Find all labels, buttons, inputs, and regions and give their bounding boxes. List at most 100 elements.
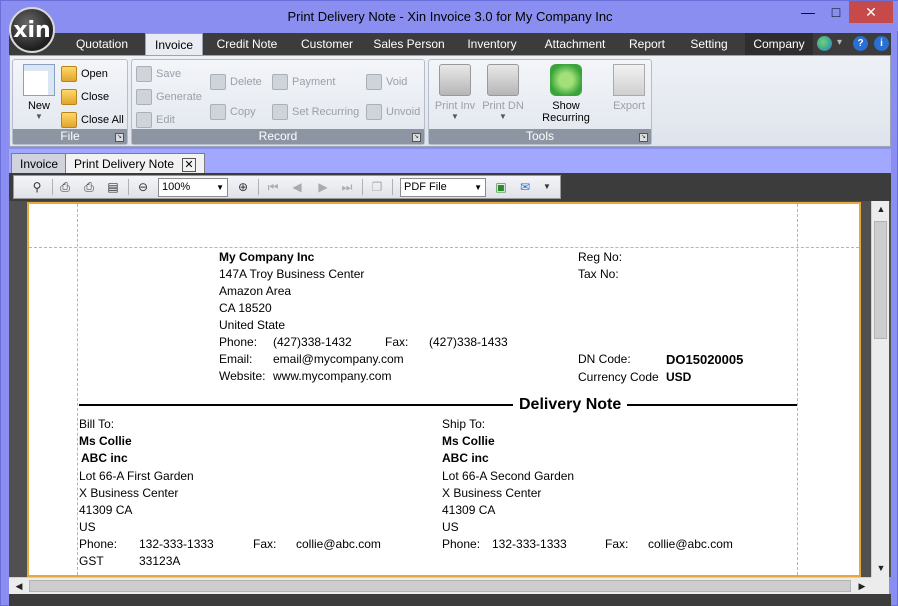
tab-report[interactable]: Report: [621, 33, 673, 55]
doc-tab-print-delivery-note[interactable]: Print Delivery Note ✕: [65, 153, 206, 173]
minimize-button[interactable]: —: [794, 1, 822, 23]
company-website: www.mycompany.com: [273, 369, 392, 383]
tab-inventory[interactable]: Inventory: [459, 33, 525, 55]
printer-icon: [439, 64, 471, 96]
new-button[interactable]: New ▼: [15, 64, 63, 126]
zoom-select[interactable]: 100% ▼: [158, 178, 228, 197]
next-page-icon[interactable]: ▶: [314, 179, 332, 195]
horizontal-scrollbar[interactable]: ◀ ▶: [9, 577, 871, 594]
scrollbar-corner: [871, 577, 889, 594]
scroll-up-icon[interactable]: ▲: [873, 204, 889, 214]
company-fax: (427)338-1433: [429, 335, 508, 349]
viewer-toolbar-strip: ⚲ ⎙ ⎙ ▤ ⊖ 100% ▼ ⊕ ⏮ ◀ ▶ ⏭ ❐ PDF File ▼ ▣ …: [13, 175, 561, 199]
ribbon-group-file: New ▼ Open Close Close All File ↘: [12, 59, 128, 145]
globe-icon[interactable]: [817, 36, 832, 51]
email-icon[interactable]: ✉: [516, 179, 534, 195]
tab-company[interactable]: Company: [745, 33, 813, 55]
dialog-launcher-icon[interactable]: ↘: [639, 133, 648, 142]
generate-button[interactable]: Generate: [136, 87, 202, 107]
print-setup-icon[interactable]: ⎙: [56, 179, 74, 195]
open-button[interactable]: Open: [61, 64, 108, 84]
toolbar-separator: [362, 179, 363, 195]
ship-to-address-line: Lot 66-A Second Garden: [442, 469, 575, 483]
delete-label: Delete: [230, 76, 262, 88]
print-icon[interactable]: ⎙: [80, 179, 98, 195]
bill-to-address-line: 41309 CA: [79, 503, 133, 517]
save-button[interactable]: Save: [136, 64, 181, 84]
company-name: My Company Inc: [219, 250, 315, 264]
print-dn-label: Print DN: [482, 100, 524, 112]
bill-to-contact: Ms Collie: [79, 434, 132, 448]
export-icon: [613, 64, 645, 96]
refresh-icon: [550, 64, 582, 96]
company-country: United State: [219, 318, 286, 332]
export-format-value: PDF File: [404, 181, 447, 193]
tab-credit-note[interactable]: Credit Note: [211, 33, 283, 55]
void-label: Void: [386, 76, 408, 88]
tab-sales-person[interactable]: Sales Person: [371, 33, 447, 55]
chevron-down-icon: ▼: [451, 112, 459, 121]
void-button[interactable]: Void: [366, 72, 407, 92]
tab-invoice[interactable]: Invoice: [145, 33, 203, 55]
zoom-out-icon[interactable]: ⊖: [134, 179, 152, 195]
find-icon[interactable]: ⚲: [28, 179, 46, 195]
export-label: Export: [613, 100, 645, 112]
dropdown-arrow-icon[interactable]: ▾: [837, 37, 842, 48]
zoom-in-icon[interactable]: ⊕: [234, 179, 252, 195]
ship-to-fax: collie@abc.com: [648, 537, 733, 551]
printer-icon: [487, 64, 519, 96]
copy-button[interactable]: Copy: [210, 102, 256, 122]
previous-page-icon[interactable]: ◀: [288, 179, 306, 195]
page-setup-icon[interactable]: ▤: [104, 179, 122, 195]
dialog-launcher-icon[interactable]: ↘: [412, 133, 421, 142]
tax-no-label: Tax No:: [578, 267, 619, 281]
close-button[interactable]: Close: [61, 87, 109, 107]
payment-button[interactable]: Payment: [272, 72, 335, 92]
unvoid-button[interactable]: Unvoid: [366, 102, 420, 122]
vertical-scrollbar[interactable]: ▲ ▼: [871, 201, 889, 577]
multi-page-icon[interactable]: ❐: [368, 179, 386, 195]
scroll-down-icon[interactable]: ▼: [873, 563, 889, 573]
chevron-down-icon: ▼: [474, 183, 482, 192]
delete-button[interactable]: Delete: [210, 72, 262, 92]
print-dn-button[interactable]: Print DN ▼: [479, 64, 527, 126]
ribbon-panel: New ▼ Open Close Close All File ↘ Save G…: [9, 55, 891, 147]
dialog-launcher-icon[interactable]: ↘: [115, 133, 124, 142]
tab-attachment[interactable]: Attachment: [535, 33, 615, 55]
first-page-icon[interactable]: ⏮: [264, 179, 282, 195]
maximize-button[interactable]: □: [822, 1, 850, 23]
company-email-label: Email:: [219, 352, 253, 366]
set-recurring-button[interactable]: Set Recurring: [272, 102, 359, 122]
edit-button[interactable]: Edit: [136, 110, 175, 130]
info-icon[interactable]: i: [874, 36, 889, 51]
payment-label: Payment: [292, 76, 336, 88]
tab-customer[interactable]: Customer: [293, 33, 361, 55]
doc-tab-invoice[interactable]: Invoice: [11, 153, 68, 173]
horizontal-scroll-thumb[interactable]: [29, 580, 851, 592]
close-tab-icon[interactable]: ✕: [182, 157, 197, 172]
app-logo[interactable]: xin: [9, 7, 55, 53]
chevron-down-icon[interactable]: ▼: [538, 179, 556, 195]
tab-setting[interactable]: Setting: [681, 33, 737, 55]
last-page-icon[interactable]: ⏭: [338, 179, 356, 195]
help-icon[interactable]: ?: [853, 36, 868, 51]
copy-label: Copy: [230, 106, 256, 118]
toolbar-separator: [392, 179, 393, 195]
print-inv-button[interactable]: Print Inv ▼: [431, 64, 479, 126]
vertical-scroll-thumb[interactable]: [874, 221, 887, 339]
export-button[interactable]: Export: [605, 64, 653, 126]
ship-to-address-line: 41309 CA: [442, 503, 496, 517]
export-format-select[interactable]: PDF File ▼: [400, 178, 486, 197]
scroll-right-icon[interactable]: ▶: [854, 581, 870, 592]
scroll-left-icon[interactable]: ◀: [11, 581, 27, 592]
close-window-button[interactable]: ✕: [849, 1, 893, 23]
close-all-button[interactable]: Close All: [61, 110, 124, 130]
unvoid-icon: [366, 104, 382, 120]
ship-to-fax-label: Fax:: [605, 537, 629, 551]
tab-quotation[interactable]: Quotation: [67, 33, 137, 55]
ribbon-tab-bar: Quotation Invoice Credit Note Customer S…: [9, 33, 891, 55]
export-document-icon[interactable]: ▣: [492, 179, 510, 195]
generate-label: Generate: [156, 91, 202, 103]
show-recurring-label: Show Recurring: [542, 100, 590, 124]
show-recurring-button[interactable]: Show Recurring: [527, 64, 605, 126]
